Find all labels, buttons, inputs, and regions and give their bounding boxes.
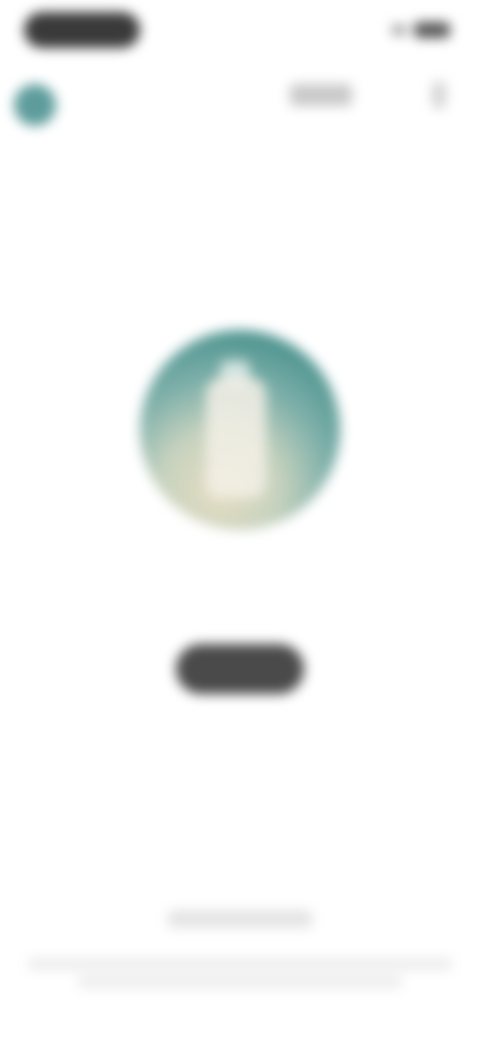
- status-bar-pill: [24, 12, 140, 48]
- primary-cta-button[interactable]: [176, 644, 304, 694]
- footer-title: [168, 910, 312, 928]
- profile-avatar-icon[interactable]: [14, 84, 56, 126]
- battery-icon: [414, 22, 450, 38]
- empty-state-subtitle: [180, 596, 300, 616]
- signal-icon: [392, 25, 406, 35]
- footer-description-line: [78, 976, 402, 988]
- person-illustration-icon: [140, 330, 340, 530]
- header-action-link[interactable]: [290, 84, 352, 106]
- footer-description-line: [28, 958, 452, 970]
- app-screen: [0, 0, 480, 1040]
- illustration-figure-body: [206, 378, 266, 498]
- more-menu-icon[interactable]: [432, 82, 446, 108]
- status-bar-indicators: [392, 22, 450, 38]
